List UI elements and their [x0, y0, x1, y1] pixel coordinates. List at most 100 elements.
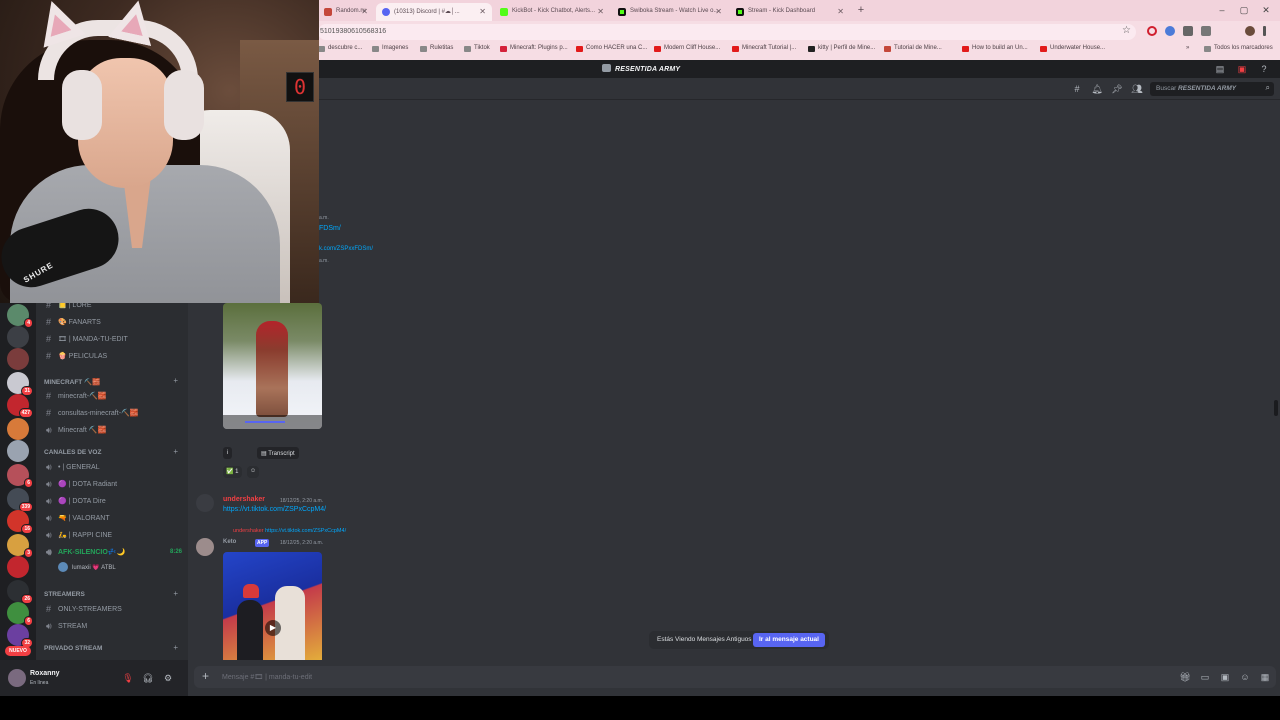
server-icon[interactable]: 6	[7, 464, 33, 488]
extensions-puzzle-icon[interactable]	[1201, 26, 1211, 36]
tab-kick-dashboard[interactable]: Stream - Kick Dashboard ✕	[730, 3, 850, 21]
add-channel-icon[interactable]: +	[173, 589, 178, 598]
server-icon[interactable]	[7, 440, 29, 462]
scrollbar-thumb[interactable]	[1274, 400, 1278, 416]
avatar[interactable]	[8, 669, 26, 687]
url-field[interactable]: 51019380610568316	[318, 24, 1136, 40]
bookmark-item[interactable]: Como HACER una C...	[576, 45, 647, 52]
bookmark-item[interactable]: Ruletitas	[420, 45, 453, 52]
all-bookmarks-folder[interactable]: Todos los marcadores	[1204, 45, 1273, 52]
add-channel-icon[interactable]: +	[173, 447, 178, 456]
emoji-icon[interactable]: ☺	[1239, 671, 1251, 683]
minimize-button[interactable]: –	[1212, 4, 1232, 18]
upload-plus-icon[interactable]: +	[202, 670, 209, 682]
channel-item[interactable]: # 🎞 | MANDA-TU-EDIT	[44, 332, 182, 347]
channel-item[interactable]: 🔊︎ STREAM	[44, 619, 182, 634]
message-input[interactable]: Mensaje #🎞 | manda-tu-edit	[222, 673, 312, 681]
channel-item[interactable]: # minecraft-⛏️🧱	[44, 389, 182, 404]
reply-link[interactable]: https://vt.tiktok.com/ZSPxCcpM4/	[265, 528, 346, 534]
inbox-icon[interactable]: ▤	[1214, 63, 1226, 75]
message-author[interactable]: undershaker	[223, 496, 265, 503]
bookmark-item[interactable]: Imagenes	[372, 45, 408, 52]
maximize-button[interactable]: ▢	[1234, 4, 1254, 18]
bookmarks-overflow-button[interactable]: »	[1176, 45, 1189, 51]
tab-kickbot[interactable]: KickBot - Kick Chatbot, Alerts... ✕	[494, 3, 610, 21]
channel-item[interactable]: # 🎨 FANARTS	[44, 315, 182, 330]
channel-item[interactable]: # 🍿 PELICULAS	[44, 349, 182, 364]
server-icon[interactable]	[7, 326, 29, 348]
bookmark-item[interactable]: kitty | Perfil de Mine...	[808, 45, 875, 52]
channel-item[interactable]: 🔊︎ 🟣 | DOTA Dire	[44, 494, 182, 509]
menu-kebab-icon[interactable]	[1263, 26, 1266, 36]
avatar[interactable]	[196, 538, 214, 556]
gift-icon[interactable]: 🎁︎	[1179, 671, 1191, 683]
bookmark-item[interactable]: Minecraft Tutorial |...	[732, 45, 796, 52]
message-link[interactable]: https://vt.tiktok.com/ZSPxCcpM4/	[223, 506, 326, 513]
add-reaction-button[interactable]: ☺	[247, 466, 260, 478]
close-icon[interactable]: ✕	[597, 7, 604, 16]
window-icon[interactable]: ▣	[1236, 63, 1248, 75]
help-icon[interactable]: ?	[1258, 63, 1270, 75]
server-icon[interactable]: 32	[7, 624, 33, 648]
bookmark-item[interactable]: Minecraft: Plugins p...	[500, 45, 568, 52]
channel-item[interactable]: 🔊︎ Minecraft ⛏️🧱	[44, 423, 182, 438]
avatar[interactable]	[196, 494, 214, 512]
sticker-icon[interactable]: ▣	[1219, 671, 1231, 683]
bookmark-item[interactable]: Tiktok	[464, 45, 490, 52]
channel-category[interactable]: CANALES DE VOZ	[44, 449, 101, 456]
tab-swiboka[interactable]: Swiboka Stream - Watch Live o... ✕	[612, 3, 728, 21]
star-icon[interactable]: ☆	[1122, 25, 1131, 36]
threads-icon[interactable]: #	[1071, 83, 1083, 95]
username[interactable]: Roxanny	[30, 670, 60, 677]
close-window-button[interactable]: ✕	[1256, 4, 1276, 18]
server-icon[interactable]: 427	[7, 394, 33, 418]
channel-category[interactable]: PRIVADO STREAM	[44, 645, 102, 652]
headphones-icon[interactable]: 🎧︎	[142, 672, 154, 684]
channel-category[interactable]: STREAMERS	[44, 591, 85, 598]
channel-item[interactable]: 🔊︎ 🛵 | RAPPI CINE	[44, 528, 182, 543]
gif-icon[interactable]: ▭	[1199, 671, 1211, 683]
close-icon[interactable]: ✕	[837, 7, 844, 16]
add-channel-icon[interactable]: +	[173, 376, 178, 385]
reply-author[interactable]: undershaker	[233, 528, 264, 534]
composer-box[interactable]: + Mensaje #🎞 | manda-tu-edit 🎁︎ ▭ ▣ ☺ ▦	[194, 666, 1276, 688]
close-icon[interactable]: ✕	[715, 7, 722, 16]
server-icon[interactable]: 26	[7, 580, 33, 604]
bookmark-item[interactable]: Modern Cliff House...	[654, 45, 720, 52]
channel-item[interactable]: # consultas-minecraft-⛏️🧱	[44, 406, 182, 421]
bookmark-item[interactable]: How to build an Un...	[962, 45, 1028, 52]
message-author[interactable]: Keto	[223, 539, 236, 545]
message-link[interactable]: FDSm/	[319, 225, 341, 232]
bookmark-item[interactable]: Underwater House...	[1040, 45, 1105, 52]
opera-extension-icon[interactable]	[1147, 26, 1157, 36]
audio-extension-icon[interactable]	[1165, 26, 1175, 36]
server-icon[interactable]: 339	[7, 488, 33, 512]
bookmark-item[interactable]: Tutorial de Mine...	[884, 45, 942, 52]
channel-item[interactable]: 🔊︎ 🔫 | VALORANT	[44, 511, 182, 526]
server-icon[interactable]: 16	[7, 510, 33, 534]
close-icon[interactable]: ✕	[361, 7, 368, 16]
video-controls[interactable]	[223, 415, 322, 429]
channel-item[interactable]: # ONLY-STREAMERS	[44, 602, 182, 617]
video-embed[interactable]: ▶	[223, 552, 322, 664]
add-channel-icon[interactable]: +	[173, 643, 178, 652]
gear-icon[interactable]: ⚙	[162, 672, 174, 684]
server-icon[interactable]: 6	[7, 602, 33, 626]
video-progress[interactable]	[245, 421, 285, 423]
mic-muted-icon[interactable]: 🎙︎	[122, 672, 134, 684]
bell-icon[interactable]: 🔔︎	[1091, 83, 1103, 95]
jump-to-present-button[interactable]: Ir al mensaje actual	[753, 633, 825, 647]
tools-extension-icon[interactable]	[1183, 26, 1193, 36]
server-icon[interactable]: 4	[7, 304, 33, 328]
play-icon[interactable]: ▶	[265, 620, 281, 636]
voice-user[interactable]: lumaxii 💗 ATBL	[58, 562, 116, 572]
close-icon[interactable]: ✕	[479, 7, 486, 16]
pin-icon[interactable]: 📌︎	[1111, 83, 1123, 95]
reaction-check[interactable]: ✅ 1	[223, 466, 242, 478]
video-embed[interactable]	[223, 303, 322, 429]
members-icon[interactable]: 👥︎	[1131, 83, 1143, 95]
channel-category[interactable]: MINECRAFT ⛏️🧱	[44, 378, 100, 386]
transcript-button[interactable]: ▤ Transcript	[257, 447, 299, 459]
profile-avatar-icon[interactable]	[1245, 26, 1255, 36]
server-icon[interactable]: 3	[7, 534, 33, 558]
